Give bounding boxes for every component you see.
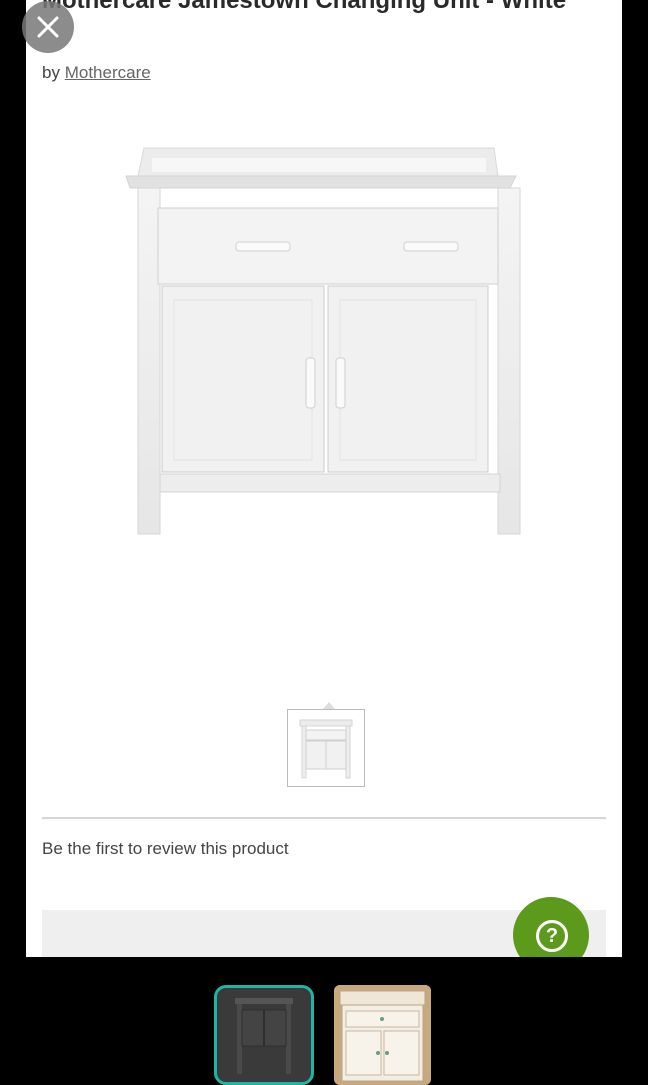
gallery-thumbnail-2[interactable] (334, 985, 431, 1085)
help-icon: ? (536, 920, 568, 952)
close-icon (37, 16, 59, 38)
product-title: Mothercare Jamestown Changing Unit - Whi… (42, 0, 567, 14)
gallery-thumbnail-1[interactable] (214, 985, 314, 1085)
thumb-selected-indicator (323, 702, 335, 709)
section-divider (42, 817, 606, 819)
gallery-thumbnail-1-image (235, 998, 293, 1074)
product-thumbnail-image (299, 719, 353, 779)
product-image[interactable] (122, 136, 522, 546)
product-thumbnail[interactable] (287, 709, 365, 787)
gallery-thumbnail-2-image (334, 985, 431, 1085)
close-button[interactable] (22, 1, 74, 53)
byline: by Mothercare (42, 63, 151, 83)
review-prompt[interactable]: Be the first to review this product (42, 839, 289, 859)
brand-link[interactable]: Mothercare (65, 63, 151, 82)
help-button[interactable]: ? (513, 897, 589, 957)
byline-prefix: by (42, 63, 60, 82)
product-page: Mothercare Jamestown Changing Unit - Whi… (26, 0, 622, 957)
